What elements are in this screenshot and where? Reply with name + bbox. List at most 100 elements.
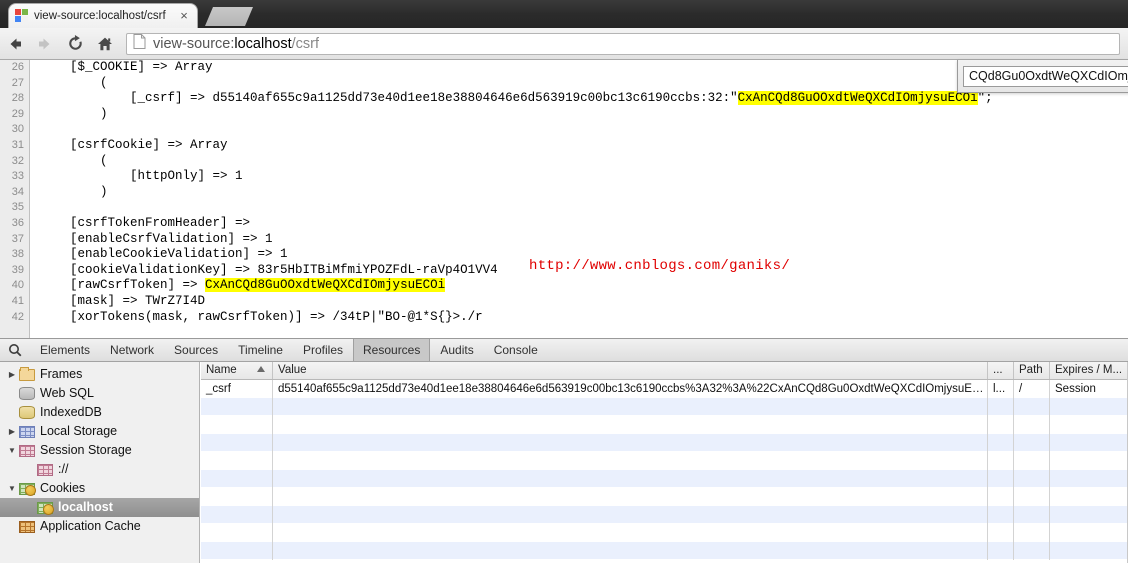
- source-line: 31 [csrfCookie] => Array: [0, 138, 1128, 154]
- devtools-tab-audits[interactable]: Audits: [430, 339, 483, 361]
- tree-item-cookies[interactable]: ▼ Cookies: [0, 479, 199, 498]
- cookie-icon: [19, 482, 36, 496]
- devtools-tab-network[interactable]: Network: [100, 339, 164, 361]
- grid-blue-icon: [19, 425, 35, 438]
- sort-ascending-icon: [257, 366, 265, 372]
- database-icon: [19, 387, 35, 400]
- table-row-empty[interactable]: [201, 398, 1128, 416]
- close-icon[interactable]: ×: [177, 9, 191, 23]
- column-header-path[interactable]: Path: [1014, 362, 1050, 379]
- forward-arrow-icon[interactable]: [30, 29, 60, 59]
- cell-empty: [201, 470, 273, 488]
- tree-item-application-cache[interactable]: Application Cache: [0, 517, 199, 536]
- tree-item-local-storage[interactable]: ▶ Local Storage: [0, 422, 199, 441]
- home-icon[interactable]: [90, 29, 120, 59]
- cell-empty: [201, 434, 273, 452]
- cell-empty: [273, 416, 988, 434]
- source-line-text: [rawCsrfToken] => CxAnCQd8GuOOxdtWeQXCdI…: [40, 278, 446, 294]
- table-row-empty[interactable]: [201, 470, 1128, 488]
- cell-empty: [988, 416, 1014, 434]
- back-arrow-icon[interactable]: [0, 29, 30, 59]
- cell-empty: [988, 506, 1014, 524]
- disclosure-triangle-icon[interactable]: ▼: [6, 479, 18, 498]
- column-header-name[interactable]: Name: [201, 362, 273, 379]
- devtools-tab-console[interactable]: Console: [484, 339, 548, 361]
- table-row-empty[interactable]: [201, 488, 1128, 506]
- column-header-label: Value: [278, 364, 307, 376]
- source-text-pre: [csrfTokenFromHeader] =>: [40, 215, 258, 230]
- disclosure-triangle-icon[interactable]: ▶: [6, 365, 18, 384]
- source-text-pre: [httpOnly] => 1: [40, 169, 243, 184]
- tree-item-label: Cookies: [40, 481, 86, 495]
- cell-empty: [201, 452, 273, 470]
- cell-empty: [201, 506, 273, 524]
- source-line-text: [xorTokens(mask, rawCsrfToken)] => /34tP…: [40, 310, 483, 326]
- line-number: 32: [11, 154, 24, 167]
- cell-empty: [1014, 452, 1050, 470]
- table-row-empty[interactable]: [201, 542, 1128, 560]
- tree-item-frames[interactable]: ▶ Frames: [0, 365, 199, 384]
- watermark-text: http://www.cnblogs.com/ganiks/: [529, 258, 791, 274]
- source-line-text: ): [40, 185, 108, 201]
- tree-item-label: Application Cache: [40, 519, 141, 533]
- line-number: 40: [11, 279, 24, 292]
- new-tab-button[interactable]: [205, 7, 253, 26]
- column-header-[interactable]: ...: [988, 362, 1014, 379]
- source-text-pre: [xorTokens(mask, rawCsrfToken)] => /34tP…: [40, 309, 483, 324]
- tree-item-localhost[interactable]: localhost: [0, 498, 199, 517]
- grid-orange-icon: [19, 520, 35, 533]
- tree-item-web-sql[interactable]: Web SQL: [0, 384, 199, 403]
- browser-tab[interactable]: view-source:localhost/csrf ×: [8, 3, 198, 28]
- cell-empty: [1050, 398, 1128, 416]
- table-row-empty[interactable]: [201, 506, 1128, 524]
- search-icon[interactable]: [0, 339, 30, 361]
- cell-empty: [273, 398, 988, 416]
- devtools-tab-elements[interactable]: Elements: [30, 339, 100, 361]
- tree-item-session-storage[interactable]: ▼ Session Storage: [0, 441, 199, 460]
- tab-strip: view-source:localhost/csrf ×: [0, 0, 1128, 28]
- table-row-empty[interactable]: [201, 452, 1128, 470]
- table-row-empty[interactable]: [201, 524, 1128, 542]
- source-line-text: [enableCookieValidation] => 1: [40, 247, 288, 263]
- disclosure-triangle-icon[interactable]: ▶: [6, 422, 18, 441]
- source-text-pre: [cookieValidationKey] => 83r5HbITBiMfmiY…: [40, 262, 498, 277]
- table-row[interactable]: _csrf d55140af655c9a1125dd73e40d1ee18e388…: [201, 380, 1128, 398]
- grid-pink-icon: [37, 463, 53, 476]
- line-number: 29: [11, 107, 24, 120]
- source-line: 40 [rawCsrfToken] => CxAnCQd8GuOOxdtWeQX…: [0, 278, 1128, 294]
- find-input[interactable]: [963, 65, 1128, 87]
- reload-icon[interactable]: [60, 29, 90, 59]
- column-header-value[interactable]: Value: [273, 362, 988, 379]
- column-header-label: Path: [1019, 364, 1043, 376]
- cell-empty: [988, 452, 1014, 470]
- devtools-tab-resources[interactable]: Resources: [353, 339, 431, 361]
- devtools-tab-timeline[interactable]: Timeline: [228, 339, 293, 361]
- browser-window-chrome: view-source:localhost/csrf ×: [0, 0, 1128, 28]
- column-header-expires-m[interactable]: Expires / M...: [1050, 362, 1128, 379]
- disclosure-triangle-icon[interactable]: ▼: [6, 441, 18, 460]
- source-line-text: (: [40, 76, 108, 92]
- source-text-pre: [enableCookieValidation] => 1: [40, 247, 288, 262]
- tree-item-[interactable]: ://: [0, 460, 199, 479]
- database-yellow-icon: [19, 406, 35, 419]
- source-line: 37 [enableCsrfValidation] => 1: [0, 232, 1128, 248]
- address-bar[interactable]: view-source:localhost/csrf: [126, 32, 1120, 55]
- table-row-empty[interactable]: [201, 416, 1128, 434]
- table-row-empty[interactable]: [201, 434, 1128, 452]
- source-text-pre: [$_COOKIE] => Array: [40, 60, 213, 74]
- cell-empty: [1050, 488, 1128, 506]
- folder-icon: [19, 366, 35, 381]
- cell-empty: [273, 506, 988, 524]
- tree-item-indexeddb[interactable]: IndexedDB: [0, 403, 199, 422]
- cell-empty: [273, 542, 988, 560]
- source-line: 35: [0, 200, 1128, 216]
- column-header-label: Name: [206, 364, 237, 376]
- devtools-tab-sources[interactable]: Sources: [164, 339, 228, 361]
- cell-name: _csrf: [201, 380, 273, 398]
- source-line-text: [csrfCookie] => Array: [40, 138, 228, 154]
- line-number: 31: [11, 138, 24, 151]
- devtools-tab-profiles[interactable]: Profiles: [293, 339, 353, 361]
- source-line: 29 ): [0, 107, 1128, 123]
- cell-empty: [988, 434, 1014, 452]
- tree-item-label: Session Storage: [40, 443, 132, 457]
